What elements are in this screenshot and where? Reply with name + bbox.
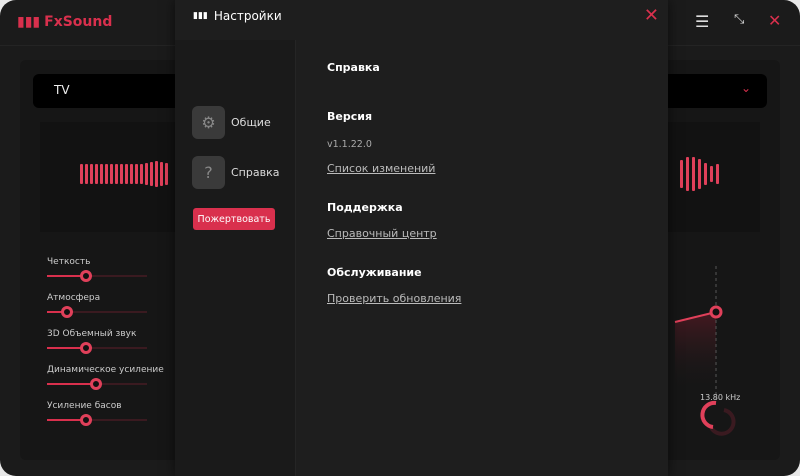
visualizer-bar (110, 164, 113, 184)
slider-knob[interactable] (90, 378, 102, 390)
check-updates-link[interactable]: Проверить обновления (327, 292, 461, 305)
frequency-knob[interactable] (700, 400, 717, 429)
visualizer-bar (704, 163, 707, 185)
settings-dialog: ▮▮▮ Настройки ✕ ⚙ Общие ? Справка Пожертвов… (175, 0, 668, 476)
nav-item-general[interactable]: ⚙ Общие (192, 106, 271, 139)
equalizer-icon: ▮▮▮ (17, 14, 41, 30)
close-app-icon[interactable]: ✕ (768, 11, 781, 30)
visualizer-bar (105, 164, 108, 184)
visualizer-bar (120, 164, 123, 184)
slider-knob[interactable] (80, 342, 92, 354)
slider-track[interactable] (47, 306, 147, 318)
visualizer-bar (140, 164, 143, 184)
visualizer-bar (90, 164, 93, 184)
visualizer-bar (686, 157, 689, 191)
close-settings-button[interactable]: ✕ (644, 5, 659, 26)
visualizer-bar (716, 164, 719, 184)
effect-label: Четкость (47, 257, 91, 267)
support-heading: Поддержка (327, 201, 403, 214)
section-title: Справка (327, 61, 380, 74)
slider-knob[interactable] (80, 414, 92, 426)
effect-slider[interactable]: Усиление басов (47, 401, 147, 426)
donate-button[interactable]: Пожертвовать (193, 208, 275, 230)
maintenance-heading: Обслуживание (327, 266, 422, 279)
visualizer-bar (680, 160, 683, 188)
version-heading: Версия (327, 110, 373, 123)
slider-track[interactable] (47, 342, 147, 354)
equalizer-icon: ▮▮▮ (193, 11, 208, 21)
menu-icon[interactable]: ☰ (695, 12, 709, 31)
slider-fill (47, 383, 96, 385)
visualizer-bar (145, 163, 148, 185)
minimize-view-icon[interactable]: ⤡ (734, 12, 744, 27)
help-icon: ? (192, 156, 225, 189)
nav-item-help[interactable]: ? Справка (192, 156, 279, 189)
visualizer-bar (135, 164, 138, 184)
frequency-label: 13.80 kHz (700, 393, 741, 402)
visualizer-bar (710, 166, 713, 182)
visualizer-bar (130, 164, 133, 184)
visualizer-bar (80, 164, 83, 184)
visualizer-bar (100, 164, 103, 184)
fxsound-window: ▮▮▮ FxSound ☰ ⤡ ✕ TV ⌄ Четкость Атмосфера 3D… (0, 0, 800, 476)
effect-label: 3D Объемный звук (47, 329, 137, 339)
settings-title: ▮▮▮ Настройки (193, 9, 282, 23)
visualizer-bar (155, 161, 158, 187)
chevron-down-icon: ⌄ (740, 81, 751, 95)
version-value: v1.1.22.0 (327, 139, 372, 150)
changelog-link[interactable]: Список изменений (327, 162, 435, 175)
visualizer-bar (160, 162, 163, 186)
visualizer-bar (125, 164, 128, 184)
gear-icon: ⚙ (192, 106, 225, 139)
visualizer-bar (95, 164, 98, 184)
effect-slider[interactable]: Динамическое усиление (47, 365, 164, 390)
eq-band (674, 266, 736, 436)
slider-track[interactable] (47, 414, 147, 426)
slider-track[interactable] (47, 378, 147, 390)
slider-knob[interactable] (61, 306, 73, 318)
slider-knob[interactable] (80, 270, 92, 282)
visualizer-bar (85, 164, 88, 184)
slider-track[interactable] (47, 270, 147, 282)
visualizer-bar (165, 163, 168, 185)
effect-label: Атмосфера (47, 293, 101, 303)
effect-label: Усиление басов (47, 401, 122, 411)
effect-slider[interactable]: Четкость (47, 257, 147, 282)
app-logo: ▮▮▮ FxSound (17, 14, 113, 30)
effect-slider[interactable]: Атмосфера (47, 293, 147, 318)
visualizer-bar (115, 164, 118, 184)
effect-label: Динамическое усиление (47, 365, 164, 375)
visualizer-bar (698, 159, 701, 189)
visualizer-bar (692, 157, 695, 191)
visualizer-bar (150, 162, 153, 186)
settings-nav: ⚙ Общие ? Справка Пожертвовать (175, 40, 296, 476)
effect-slider[interactable]: 3D Объемный звук (47, 329, 147, 354)
help-center-link[interactable]: Справочный центр (327, 227, 437, 240)
eq-band-handle[interactable] (709, 305, 723, 319)
